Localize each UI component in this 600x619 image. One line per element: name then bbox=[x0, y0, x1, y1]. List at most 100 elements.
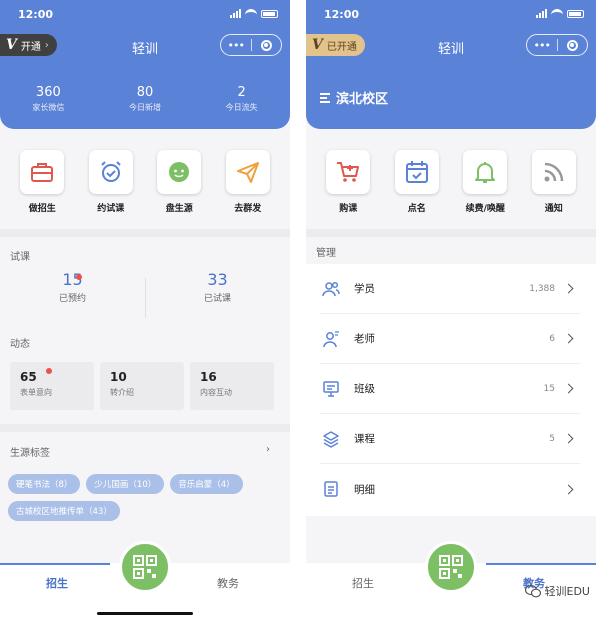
quick-action-label: 去群发 bbox=[234, 204, 262, 214]
layers-icon bbox=[323, 430, 339, 448]
active-tab-indicator bbox=[486, 563, 596, 565]
left-phone-screen: 12:00 V 开通 › 轻训 ••• 360 家长微信 80 今日新增 2 今… bbox=[0, 0, 290, 619]
quick-actions: 购课 点名 续费/唤醒 通知 bbox=[306, 150, 596, 214]
quick-action-buy-course[interactable]: 购课 bbox=[318, 150, 378, 214]
stat-value: 80 bbox=[136, 85, 154, 100]
trial-done[interactable]: 33 已试课 bbox=[145, 270, 290, 325]
mgmt-count: 6 bbox=[549, 333, 555, 344]
chevron-right-icon bbox=[563, 484, 574, 494]
chevron-right-icon bbox=[563, 333, 574, 344]
trial-label: 已预约 bbox=[58, 294, 86, 304]
teacher-icon bbox=[323, 330, 339, 347]
mgmt-count: 5 bbox=[549, 433, 555, 444]
quick-action-leads[interactable]: 盘生源 bbox=[149, 150, 209, 214]
dynamic-content-interaction[interactable]: 16 内容互动 bbox=[190, 362, 274, 410]
battery-icon bbox=[567, 9, 584, 18]
close-miniapp-icon[interactable] bbox=[558, 39, 588, 51]
management-list: 学员 1,388 老师 6 班级 15 课程 5 明细 bbox=[306, 264, 596, 516]
mgmt-row-students[interactable]: 学员 1,388 bbox=[320, 264, 580, 314]
stats-row: 360 家长微信 80 今日新增 2 今日流失 bbox=[0, 85, 290, 113]
battery-icon bbox=[261, 9, 278, 18]
qr-code-button[interactable] bbox=[119, 541, 171, 593]
tags-header[interactable]: 生源标签 › bbox=[10, 444, 270, 459]
trial-label: 已试课 bbox=[203, 294, 231, 304]
stat-today-new[interactable]: 80 今日新增 bbox=[97, 85, 194, 113]
miniapp-capsule: ••• bbox=[220, 34, 282, 56]
mgmt-count: 15 bbox=[543, 383, 555, 394]
mgmt-row-courses[interactable]: 课程 5 bbox=[320, 414, 580, 464]
status-icons bbox=[536, 9, 584, 18]
class-board-icon bbox=[323, 380, 339, 397]
status-icons bbox=[230, 9, 278, 18]
home-indicator bbox=[97, 612, 193, 615]
campus-switcher[interactable]: 滨北校区 bbox=[320, 88, 388, 107]
close-miniapp-icon[interactable] bbox=[252, 39, 282, 51]
quick-action-label: 购课 bbox=[339, 204, 358, 214]
qr-code-icon bbox=[439, 555, 463, 579]
stat-value: 2 bbox=[237, 85, 246, 100]
chevron-right-icon bbox=[563, 433, 574, 444]
quick-action-label: 做招生 bbox=[28, 204, 56, 214]
more-icon[interactable]: ••• bbox=[527, 39, 557, 52]
smiley-face-icon bbox=[169, 162, 190, 182]
section-title-trial: 试课 bbox=[10, 252, 30, 263]
section-title-management: 管理 bbox=[316, 248, 336, 259]
mgmt-label: 老师 bbox=[354, 333, 375, 345]
dynamic-referral[interactable]: 10 转介绍 bbox=[100, 362, 184, 410]
tag-chip[interactable]: 古城校区地推传单（43） bbox=[8, 501, 120, 521]
quick-action-label: 盘生源 bbox=[165, 204, 193, 214]
chevron-right-icon bbox=[563, 383, 574, 394]
mgmt-row-details[interactable]: 明细 bbox=[320, 464, 580, 514]
status-time: 12:00 bbox=[324, 8, 360, 21]
mgmt-label: 明细 bbox=[354, 483, 375, 496]
briefcase-icon bbox=[31, 163, 54, 182]
tab-bar: 招生 教务 bbox=[0, 541, 290, 619]
tab-recruit[interactable]: 招生 bbox=[352, 575, 374, 591]
stat-label: 家长微信 bbox=[32, 103, 65, 112]
stat-label: 今日新增 bbox=[129, 103, 161, 112]
quick-action-recruit[interactable]: 做招生 bbox=[12, 150, 72, 214]
stat-value: 360 bbox=[35, 85, 61, 100]
dynamic-value: 10 bbox=[110, 370, 127, 384]
trial-value: 33 bbox=[207, 270, 228, 289]
active-tab-indicator bbox=[0, 563, 110, 565]
wifi-icon bbox=[245, 9, 257, 18]
more-icon[interactable]: ••• bbox=[221, 39, 251, 52]
section-title-dynamic: 动态 bbox=[10, 339, 30, 350]
dynamic-form-intent[interactable]: 65 表单意向 bbox=[10, 362, 94, 410]
stat-parents-wechat[interactable]: 360 家长微信 bbox=[0, 85, 97, 113]
alarm-clock-icon bbox=[101, 161, 121, 182]
quick-action-label: 约试课 bbox=[97, 204, 125, 214]
tag-chip[interactable]: 硬笔书法（8） bbox=[8, 474, 81, 494]
quick-action-label: 通知 bbox=[544, 204, 563, 214]
dynamic-value: 16 bbox=[200, 370, 217, 384]
wifi-icon bbox=[551, 9, 563, 18]
trial-booked[interactable]: 15 已预约 bbox=[0, 270, 145, 325]
watermark: 轻训EDU bbox=[524, 583, 590, 599]
mgmt-row-classes[interactable]: 班级 15 bbox=[320, 364, 580, 414]
tag-chip[interactable]: 音乐启蒙（4） bbox=[170, 474, 243, 494]
tab-academic[interactable]: 教务 bbox=[217, 575, 239, 591]
status-time: 12:00 bbox=[18, 8, 54, 21]
qr-code-button[interactable] bbox=[425, 541, 477, 593]
quick-action-renew[interactable]: 续费/唤醒 bbox=[455, 150, 515, 214]
dynamic-value: 65 bbox=[20, 370, 37, 384]
paper-plane-icon bbox=[236, 162, 259, 183]
quick-action-book-trial[interactable]: 约试课 bbox=[81, 150, 141, 214]
campus-name: 滨北校区 bbox=[336, 92, 389, 107]
quick-action-broadcast[interactable]: 去群发 bbox=[218, 150, 278, 214]
chevron-right-icon: › bbox=[266, 444, 270, 455]
chevron-right-icon bbox=[563, 283, 574, 294]
calendar-check-icon bbox=[405, 161, 428, 183]
mgmt-label: 学员 bbox=[354, 283, 375, 295]
stat-today-lost[interactable]: 2 今日流失 bbox=[193, 85, 290, 113]
quick-action-label: 点名 bbox=[407, 204, 426, 214]
mgmt-row-teachers[interactable]: 老师 6 bbox=[320, 314, 580, 364]
trial-stats: 15 已预约 33 已试课 bbox=[0, 270, 290, 325]
tab-recruit[interactable]: 招生 bbox=[46, 575, 68, 591]
quick-action-label: 续费/唤醒 bbox=[465, 204, 505, 214]
tag-chip[interactable]: 少儿国画（10） bbox=[86, 474, 165, 494]
dynamics-row: 65 表单意向 10 转介绍 16 内容互动 bbox=[10, 362, 274, 410]
quick-action-notify[interactable]: 通知 bbox=[524, 150, 584, 214]
quick-action-roll-call[interactable]: 点名 bbox=[387, 150, 447, 214]
